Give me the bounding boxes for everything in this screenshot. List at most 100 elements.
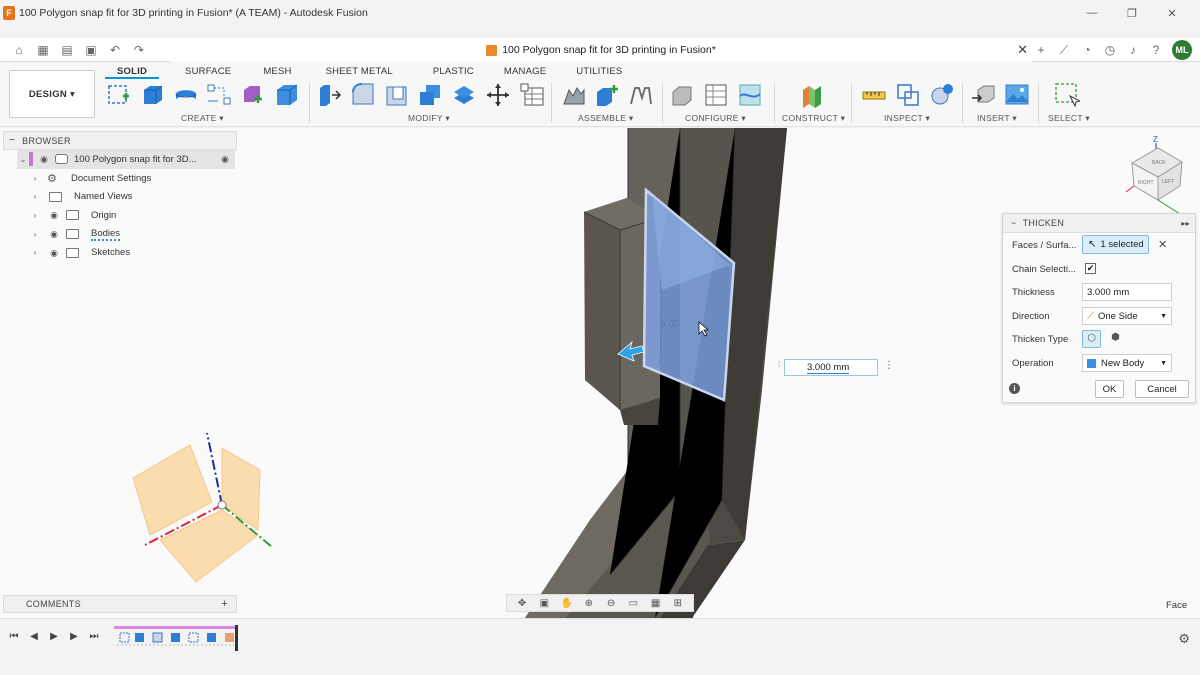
timeline-features[interactable]	[114, 625, 238, 651]
tab-mesh[interactable]: MESH	[251, 65, 303, 79]
clear-selection-icon[interactable]: ✕	[1158, 238, 1167, 251]
combine-icon[interactable]	[417, 82, 443, 108]
select-window-icon[interactable]	[1054, 82, 1080, 108]
timeline-sketch2-icon[interactable]	[188, 632, 199, 643]
move-copy-icon[interactable]	[485, 82, 511, 108]
eye-icon[interactable]: ◉	[47, 229, 61, 239]
new-tab-icon[interactable]: +	[1034, 43, 1048, 57]
faces-selection-button[interactable]: ↖ 1 selected	[1082, 235, 1149, 254]
shell-icon[interactable]	[384, 82, 410, 108]
activate-radio-icon[interactable]: ◉	[221, 154, 229, 165]
assemble-group-label[interactable]: ASSEMBLE ▾	[578, 113, 633, 124]
box-icon[interactable]	[274, 82, 300, 108]
timeline-extrude3-icon[interactable]	[207, 633, 216, 642]
thickness-input[interactable]: 3.000 mm	[1082, 283, 1172, 301]
tab-manage[interactable]: MANAGE	[492, 65, 558, 79]
expand-icon[interactable]: ▸▸	[1181, 219, 1190, 228]
play-icon[interactable]: ▶	[48, 631, 60, 643]
tab-utilities[interactable]: UTILITIES	[564, 65, 634, 79]
section-analysis-icon[interactable]	[929, 82, 955, 108]
thickness-dimension-input[interactable]: 3.000 mm	[784, 359, 878, 376]
maximize-button[interactable]: ❐	[1112, 0, 1152, 26]
insert-group-label[interactable]: INSERT ▾	[977, 113, 1017, 124]
bell-icon[interactable]: ♪	[1126, 43, 1140, 57]
display-settings-icon[interactable]: ▭	[627, 598, 639, 609]
new-component-icon[interactable]	[594, 82, 620, 108]
insert-canvas-icon[interactable]	[1004, 82, 1030, 108]
browser-header[interactable]: − BROWSER	[3, 131, 237, 150]
viewports-icon[interactable]: ⊞	[672, 598, 684, 609]
save-icon[interactable]: ▣	[84, 43, 98, 57]
configure-icon[interactable]	[669, 82, 695, 108]
inspect-group-label[interactable]: INSPECT ▾	[884, 113, 930, 124]
press-pull-icon[interactable]	[316, 82, 342, 108]
close-tab-icon[interactable]: ✕	[1017, 42, 1028, 58]
step-back-icon[interactable]: ◀	[28, 631, 40, 643]
timeline-extrude2-icon[interactable]	[171, 633, 180, 642]
tab-solid[interactable]: SOLID	[105, 65, 160, 79]
home-icon[interactable]: ⌂	[12, 43, 26, 57]
offline-icon[interactable]: ⟋	[1057, 43, 1071, 57]
fillet-icon[interactable]	[350, 82, 376, 108]
config-theme-icon[interactable]	[737, 82, 763, 108]
chevron-right-icon[interactable]: ›	[29, 192, 41, 201]
more-options-icon[interactable]: ⋮	[884, 360, 894, 371]
info-icon[interactable]: i	[1009, 383, 1020, 394]
revolve-icon[interactable]	[173, 82, 199, 108]
comments-panel[interactable]: COMMENTS +	[3, 595, 237, 613]
ok-button[interactable]: OK	[1095, 380, 1124, 398]
collapse-icon[interactable]: −	[1011, 218, 1017, 228]
timeline-shell-icon[interactable]	[152, 632, 163, 643]
config-table-icon[interactable]	[703, 82, 729, 108]
redo-icon[interactable]: ↷	[132, 43, 146, 57]
chevron-right-icon[interactable]: ›	[29, 211, 41, 220]
collapse-icon[interactable]: −	[9, 135, 15, 146]
chevron-right-icon[interactable]: ›	[29, 248, 41, 257]
timeline-thicken-icon[interactable]	[225, 633, 234, 642]
timeline-marker[interactable]	[235, 625, 238, 651]
document-tab[interactable]: 100 Polygon snap fit for 3D printing in …	[170, 38, 1032, 62]
chain-selection-checkbox[interactable]: ✔	[1085, 263, 1096, 274]
add-comment-icon[interactable]: +	[221, 598, 228, 610]
viewcube[interactable]: Z BACK RIGHT LEFT	[1125, 135, 1183, 215]
clock-icon[interactable]: ◷	[1103, 43, 1117, 57]
create-group-label[interactable]: CREATE ▾	[181, 113, 224, 124]
select-group-label[interactable]: SELECT ▾	[1048, 113, 1090, 124]
offset-plane-icon[interactable]	[799, 82, 825, 108]
offset-face-icon[interactable]	[451, 82, 477, 108]
grid-settings-icon[interactable]: ▦	[650, 598, 662, 609]
construct-group-label[interactable]: CONSTRUCT ▾	[782, 113, 845, 124]
measure-icon[interactable]	[861, 82, 887, 108]
timeline-sketch-icon[interactable]	[119, 632, 130, 643]
eye-icon[interactable]: ◉	[37, 154, 51, 164]
joint-icon[interactable]	[561, 82, 587, 108]
operation-dropdown[interactable]: New Body ▼	[1082, 354, 1172, 372]
interference-icon[interactable]	[895, 82, 921, 108]
thicken-type-sharp-button[interactable]: ⬡	[1082, 330, 1101, 348]
as-built-joint-icon[interactable]	[628, 82, 654, 108]
tab-surface[interactable]: SURFACE	[173, 65, 243, 79]
modify-group-label[interactable]: MODIFY ▾	[408, 113, 450, 124]
tab-sheet-metal[interactable]: SHEET METAL	[314, 65, 405, 79]
grid-icon[interactable]: ▦	[36, 43, 50, 57]
go-to-end-icon[interactable]: ⏭	[88, 631, 100, 643]
change-parameters-icon[interactable]	[519, 82, 545, 108]
avatar[interactable]: ML	[1172, 40, 1192, 60]
extrude-icon[interactable]	[140, 82, 166, 108]
eye-icon[interactable]: ◉	[47, 248, 61, 258]
zoom-icon[interactable]: ⊕	[583, 598, 595, 609]
go-to-start-icon[interactable]: ⏮	[8, 631, 20, 643]
sidebar-item-origin[interactable]: › ◉ Origin	[3, 206, 237, 225]
step-forward-icon[interactable]: ▶	[68, 631, 80, 643]
chevron-right-icon[interactable]: ›	[29, 174, 41, 183]
thicken-type-rounded-button[interactable]: ⬢	[1106, 330, 1125, 348]
drag-handle-icon[interactable]: ⁞	[778, 360, 780, 369]
chevron-right-icon[interactable]: ›	[29, 230, 41, 239]
sweep-icon[interactable]	[206, 82, 232, 108]
undo-icon[interactable]: ↶	[108, 43, 122, 57]
sidebar-item-named-views[interactable]: › Named Views	[3, 187, 237, 206]
sidebar-item-sketches[interactable]: › ◉ Sketches	[3, 243, 237, 262]
close-window-button[interactable]: ✕	[1152, 0, 1192, 26]
chevron-down-icon[interactable]: ⌄	[17, 155, 29, 164]
tab-plastic[interactable]: PLASTIC	[421, 65, 486, 79]
